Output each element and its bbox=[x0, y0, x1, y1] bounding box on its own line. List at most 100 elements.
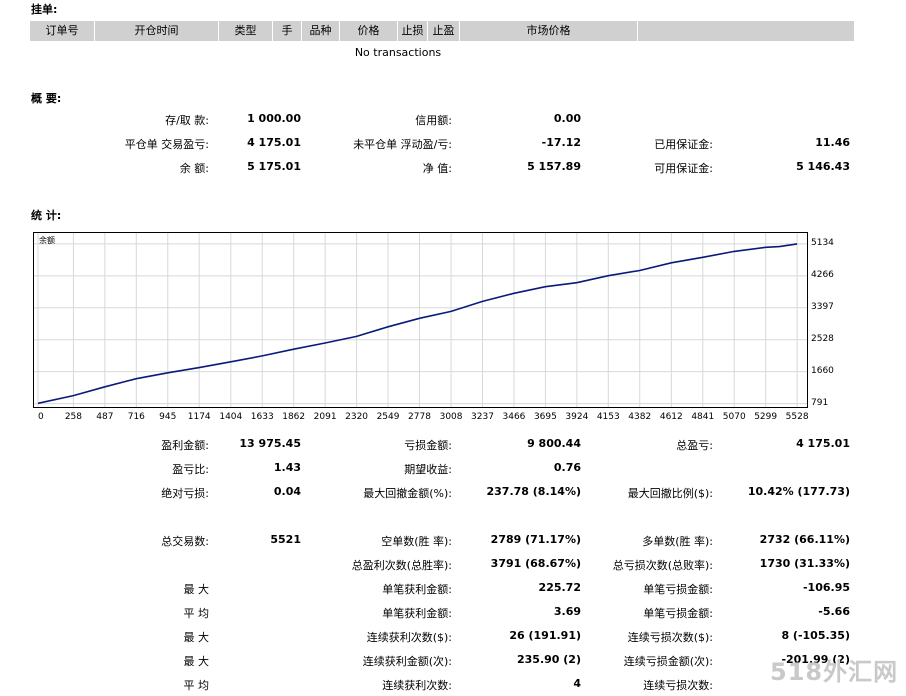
stats-value: 237.78 (8.14%) bbox=[486, 485, 582, 498]
summary-label: 可用保证金: bbox=[654, 162, 713, 175]
x-tick-label: 3237 bbox=[471, 412, 494, 422]
col-type[interactable]: 类型 bbox=[219, 21, 273, 41]
stats-label: 期望收益: bbox=[404, 463, 452, 476]
y-tick-label: 791 bbox=[811, 397, 829, 408]
x-tick-label: 487 bbox=[96, 412, 114, 422]
stats-value: 3791 (68.67%) bbox=[490, 557, 581, 570]
stats-value: 235.90 (2) bbox=[517, 653, 581, 666]
stats-label: 总交易数: bbox=[161, 535, 209, 548]
summary-value: 11.46 bbox=[815, 136, 850, 149]
summary-value: 0.00 bbox=[553, 112, 581, 125]
stats-value: 10.42% (177.73) bbox=[747, 485, 850, 498]
stats-value: 2732 (66.11%) bbox=[759, 533, 850, 546]
stats-value: 5521 bbox=[270, 533, 301, 546]
x-tick-label: 716 bbox=[127, 412, 145, 422]
watermark-logo: 518外汇网 bbox=[770, 658, 899, 686]
summary-value: 5 175.01 bbox=[247, 160, 301, 173]
stats-value: 0.76 bbox=[553, 461, 581, 474]
stats-value: 225.72 bbox=[538, 581, 581, 594]
stats-value: 4 bbox=[573, 677, 581, 690]
summary-label: 余 额: bbox=[179, 162, 209, 175]
summary-label: 信用额: bbox=[415, 114, 452, 127]
stats-label: 连续亏损次数: bbox=[643, 679, 713, 692]
x-tick-label: 3008 bbox=[439, 412, 463, 422]
no-transactions-text: No transactions bbox=[354, 46, 442, 59]
balance-series-line bbox=[37, 243, 798, 405]
stats-section-title: 统 计: bbox=[31, 209, 62, 222]
stats-label: 最大回撤比例($): bbox=[627, 487, 713, 500]
col-market-price[interactable]: 市场价格 bbox=[460, 21, 638, 41]
summary-value: 5 146.43 bbox=[796, 160, 850, 173]
x-tick-label: 1174 bbox=[187, 412, 211, 422]
stats-value: 9 800.44 bbox=[527, 437, 581, 450]
stats-label: 总盈亏: bbox=[676, 439, 713, 452]
summary-label: 存/取 款: bbox=[165, 114, 209, 127]
summary-label: 平仓单 交易盈亏: bbox=[124, 138, 209, 151]
stats-label: 盈利金额: bbox=[161, 439, 209, 452]
x-tick-label: 3695 bbox=[533, 412, 557, 422]
y-tick-label: 3397 bbox=[811, 301, 834, 312]
stats-value: 1.43 bbox=[273, 461, 301, 474]
x-tick-label: 4841 bbox=[691, 412, 715, 422]
stats-label: 亏损金额: bbox=[404, 439, 452, 452]
x-tick-label: 4153 bbox=[596, 412, 620, 422]
stats-value: 1730 (31.33%) bbox=[759, 557, 850, 570]
stats-label: 最 大 bbox=[183, 655, 210, 668]
col-stop-loss[interactable]: 止损 bbox=[398, 21, 428, 41]
stats-value: -5.66 bbox=[818, 605, 850, 618]
summary-label: 已用保证金: bbox=[654, 138, 713, 151]
stats-label: 连续获利金额(次): bbox=[362, 655, 452, 668]
y-tick-label: 4266 bbox=[811, 269, 834, 280]
summary-value: 1 000.00 bbox=[247, 112, 301, 125]
stats-value: 26 (191.91) bbox=[509, 629, 581, 642]
stats-label: 空单数(胜 率): bbox=[381, 535, 452, 548]
col-open-time[interactable]: 开仓时间 bbox=[95, 21, 219, 41]
stats-value: 0.04 bbox=[273, 485, 301, 498]
col-ticket[interactable]: 订单号 bbox=[30, 21, 95, 41]
stats-value: 2789 (71.17%) bbox=[490, 533, 581, 546]
stats-label: 单笔获利金额: bbox=[382, 607, 452, 620]
summary-value: 4 175.01 bbox=[247, 136, 301, 149]
x-tick-label: 4382 bbox=[628, 412, 652, 422]
balance-chart-svg bbox=[34, 233, 807, 407]
stats-label: 盈亏比: bbox=[172, 463, 209, 476]
x-tick-label: 3466 bbox=[502, 412, 526, 422]
x-tick-label: 5070 bbox=[722, 412, 746, 422]
summary-value: 5 157.89 bbox=[527, 160, 581, 173]
col-take-profit[interactable]: 止盈 bbox=[428, 21, 460, 41]
col-symbol[interactable]: 品种 bbox=[302, 21, 340, 41]
summary-section-title: 概 要: bbox=[31, 92, 62, 105]
stats-label: 最 大 bbox=[183, 583, 210, 596]
x-tick-label: 1862 bbox=[282, 412, 306, 422]
chart-legend-label: 余额 bbox=[39, 236, 55, 245]
stats-label: 多单数(胜 率): bbox=[642, 535, 713, 548]
stats-label: 单笔获利金额: bbox=[382, 583, 452, 596]
y-tick-label: 2528 bbox=[811, 333, 834, 344]
x-tick-label: 1404 bbox=[219, 412, 243, 422]
x-tick-label: 0 bbox=[38, 412, 44, 422]
x-tick-label: 2778 bbox=[408, 412, 431, 422]
x-tick-label: 945 bbox=[159, 412, 177, 422]
stats-label: 最大回撤金额(%): bbox=[363, 487, 452, 500]
stats-value: 13 975.45 bbox=[239, 437, 301, 450]
stats-label: 连续亏损次数($): bbox=[627, 631, 713, 644]
stats-value: 8 (-105.35) bbox=[781, 629, 850, 642]
pending-section-title: 挂单: bbox=[31, 3, 58, 16]
x-tick-label: 5528 bbox=[785, 412, 809, 422]
x-tick-label: 5299 bbox=[754, 412, 778, 422]
stats-label: 总亏损次数(总败率): bbox=[612, 559, 713, 572]
x-tick-label: 2549 bbox=[376, 412, 400, 422]
x-tick-label: 2320 bbox=[345, 412, 369, 422]
x-tick-label: 4612 bbox=[659, 412, 683, 422]
summary-label: 净 值: bbox=[422, 162, 452, 175]
col-blank bbox=[638, 21, 854, 41]
stats-value: 4 175.01 bbox=[796, 437, 850, 450]
stats-label: 绝对亏损: bbox=[161, 487, 209, 500]
col-lots[interactable]: 手 bbox=[273, 21, 302, 41]
y-tick-label: 5134 bbox=[811, 237, 834, 248]
pending-table-header: 订单号 开仓时间 类型 手 品种 价格 止损 止盈 市场价格 bbox=[30, 21, 854, 41]
col-price[interactable]: 价格 bbox=[340, 21, 398, 41]
stats-label: 连续获利次数: bbox=[382, 679, 452, 692]
x-tick-label: 3924 bbox=[565, 412, 589, 422]
summary-label: 未平仓单 浮动盈/亏: bbox=[353, 138, 452, 151]
